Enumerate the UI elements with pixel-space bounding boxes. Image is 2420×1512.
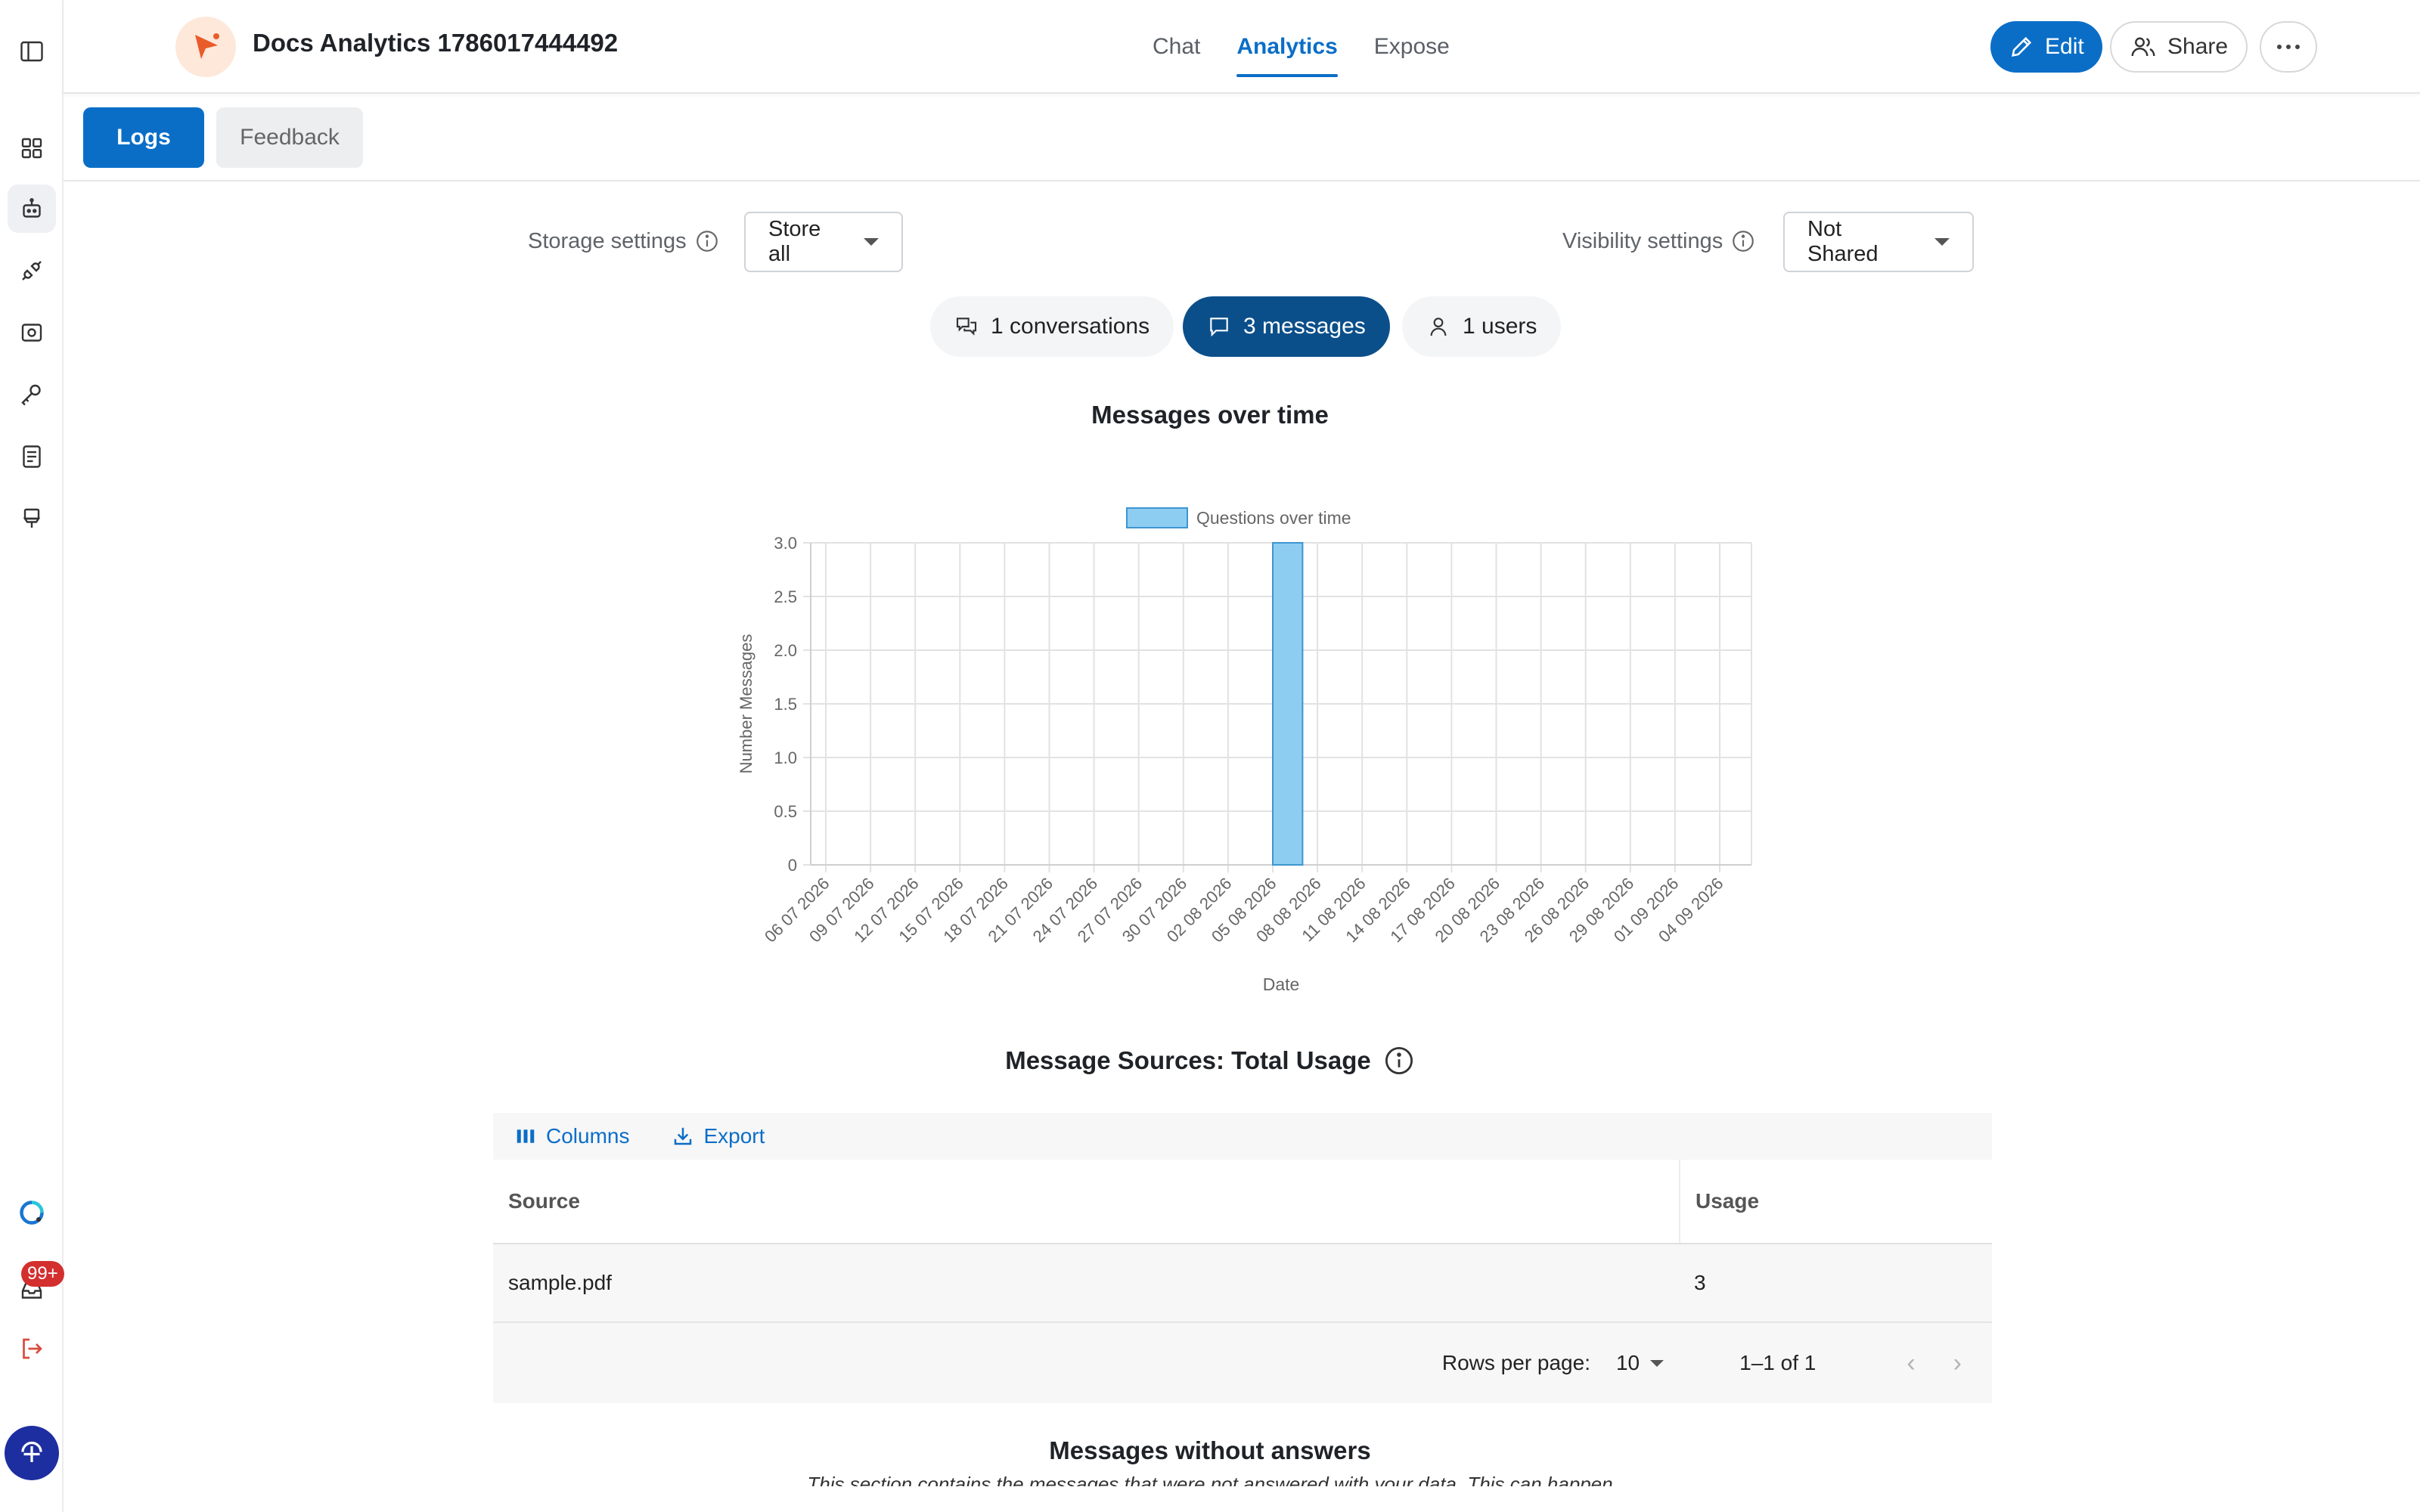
columns-button[interactable]: Columns bbox=[514, 1124, 629, 1148]
y-tick-label: 3.0 bbox=[774, 534, 797, 553]
sources-table: Columns Export Source Usage sample.pdf 3… bbox=[493, 1113, 1992, 1403]
y-tick-label: 0.5 bbox=[774, 802, 797, 821]
ellipsis-icon bbox=[2277, 45, 2300, 49]
rows-per-page-select[interactable]: 10 bbox=[1615, 1351, 1665, 1375]
source-cell: sample.pdf bbox=[508, 1271, 612, 1294]
y-tick-label: 1.5 bbox=[774, 695, 797, 714]
sidebar-toggle-icon[interactable] bbox=[8, 27, 56, 76]
y-tick-label: 0 bbox=[788, 856, 797, 875]
info-icon[interactable] bbox=[1383, 1045, 1415, 1077]
y-tick-label: 1.0 bbox=[774, 748, 797, 767]
next-page-icon[interactable]: › bbox=[1953, 1349, 1962, 1378]
unanswered-description-wrap: This section contains the messages that … bbox=[0, 1471, 2420, 1486]
document-icon[interactable] bbox=[8, 432, 56, 481]
bot-icon[interactable] bbox=[8, 184, 56, 233]
users-icon bbox=[2131, 37, 2155, 57]
chart-title: Messages over time bbox=[1091, 401, 1329, 429]
visibility-select[interactable]: Not Shared bbox=[1783, 212, 1974, 272]
sub-tab-bar: Logs Feedback bbox=[64, 94, 2420, 181]
legend-label: Questions over time bbox=[1196, 508, 1351, 528]
left-rail: 99+ bbox=[0, 0, 64, 1512]
messages-chart: 00.51.01.52.02.53.006 07 202609 07 20261… bbox=[737, 507, 1752, 994]
storage-settings-text: Storage settings bbox=[528, 228, 687, 253]
chevron-down-icon bbox=[1650, 1359, 1665, 1367]
column-header-source[interactable]: Source bbox=[493, 1189, 1679, 1213]
plug-icon[interactable] bbox=[8, 246, 56, 295]
edit-button[interactable]: Edit bbox=[1990, 21, 2102, 73]
columns-label: Columns bbox=[546, 1124, 630, 1148]
table-toolbar: Columns Export bbox=[493, 1113, 1992, 1160]
columns-icon bbox=[517, 1129, 535, 1143]
top-header: Docs Analytics 1786017444492 Chat Analyt… bbox=[64, 0, 2420, 94]
y-tick-label: 2.5 bbox=[774, 587, 797, 606]
users-count: 1 users bbox=[1463, 314, 1537, 339]
storage-settings-label: Storage settings bbox=[528, 228, 720, 254]
message-icon bbox=[1210, 318, 1228, 337]
export-button[interactable]: Export bbox=[672, 1124, 765, 1148]
scan-icon[interactable] bbox=[8, 308, 56, 357]
rows-per-page-value: 10 bbox=[1615, 1351, 1640, 1374]
visibility-settings-label: Visibility settings bbox=[1562, 228, 1756, 254]
messages-chip[interactable]: 3 messages bbox=[1183, 296, 1390, 357]
tab-expose[interactable]: Expose bbox=[1374, 0, 1450, 94]
unanswered-title: Messages without answers bbox=[1049, 1436, 1371, 1464]
tab-chat[interactable]: Chat bbox=[1153, 0, 1200, 94]
tab-analytics[interactable]: Analytics bbox=[1236, 0, 1339, 94]
notification-badge: 99+ bbox=[21, 1261, 64, 1287]
info-icon[interactable] bbox=[1730, 228, 1756, 254]
main-tabs: Chat Analytics Expose bbox=[1153, 0, 1450, 94]
previous-page-icon[interactable]: ‹ bbox=[1907, 1349, 1915, 1378]
visibility-settings-text: Visibility settings bbox=[1562, 228, 1723, 253]
x-axis-title: Date bbox=[1263, 974, 1300, 994]
messages-count: 3 messages bbox=[1243, 314, 1366, 339]
y-axis-title: Number Messages bbox=[737, 634, 755, 774]
sources-title-row: Message Sources: Total Usage bbox=[0, 1045, 2420, 1077]
visibility-select-value: Not Shared bbox=[1807, 217, 1879, 266]
pencil-icon bbox=[2012, 36, 2032, 57]
download-icon bbox=[675, 1127, 692, 1145]
edit-label: Edit bbox=[2045, 34, 2084, 59]
share-label: Share bbox=[2167, 34, 2229, 59]
conversations-chip[interactable]: 1 conversations bbox=[930, 296, 1174, 357]
y-tick-label: 2.0 bbox=[774, 641, 797, 660]
user-icon bbox=[1430, 318, 1447, 336]
users-chip[interactable]: 1 users bbox=[1402, 296, 1562, 357]
brush-icon[interactable] bbox=[8, 494, 56, 543]
export-label: Export bbox=[703, 1124, 765, 1148]
feedback-tab[interactable]: Feedback bbox=[216, 107, 363, 168]
app-logo bbox=[175, 17, 236, 77]
info-icon[interactable] bbox=[694, 228, 720, 254]
support-logo-icon[interactable] bbox=[8, 1188, 56, 1237]
pagination-range: 1–1 of 1 bbox=[1739, 1351, 1817, 1374]
rows-per-page-label: Rows per page: bbox=[1441, 1351, 1590, 1374]
unanswered-description: This section contains the messages that … bbox=[807, 1473, 1613, 1486]
app-title: Docs Analytics 1786017444492 bbox=[253, 29, 619, 57]
storage-select[interactable]: Store all bbox=[744, 212, 903, 272]
dashboard-icon[interactable] bbox=[8, 124, 56, 172]
storage-select-value: Store all bbox=[768, 217, 821, 266]
table-header: Source Usage bbox=[493, 1160, 1992, 1244]
column-header-usage[interactable]: Usage bbox=[1679, 1160, 1992, 1243]
conversations-count: 1 conversations bbox=[991, 314, 1150, 339]
sources-title: Message Sources: Total Usage bbox=[1005, 1046, 1371, 1074]
usage-cell: 3 bbox=[1694, 1271, 1706, 1294]
table-row[interactable]: sample.pdf 3 bbox=[493, 1244, 1992, 1323]
chevron-down-icon bbox=[864, 238, 879, 246]
table-pagination: Rows per page: 10 1–1 of 1 ‹ › bbox=[493, 1323, 1992, 1403]
chevron-down-icon bbox=[1934, 238, 1950, 246]
share-button[interactable]: Share bbox=[2110, 21, 2248, 73]
more-options-button[interactable] bbox=[2260, 21, 2317, 73]
conversations-icon bbox=[956, 318, 977, 336]
logout-icon[interactable] bbox=[8, 1325, 56, 1373]
logs-tab[interactable]: Logs bbox=[83, 107, 204, 168]
chart-bar bbox=[1272, 542, 1304, 866]
legend-swatch bbox=[1126, 507, 1188, 528]
